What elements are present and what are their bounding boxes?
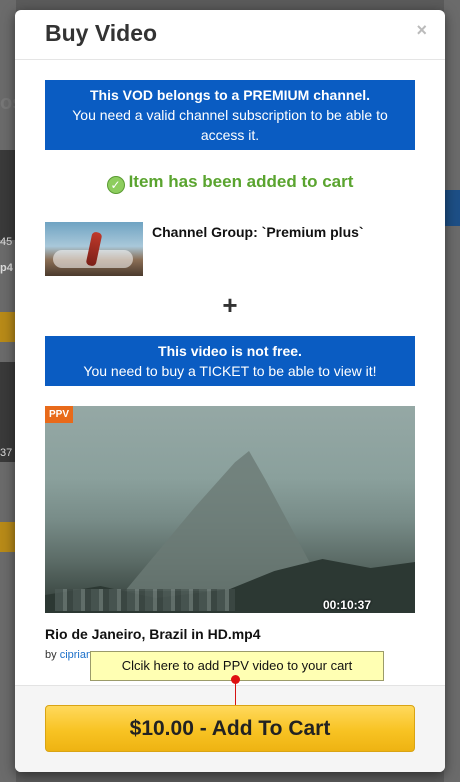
background-button-1 — [0, 312, 16, 342]
channel-group-label: Channel Group: `Premium plus` — [152, 224, 364, 240]
video-thumbnail[interactable] — [45, 406, 415, 613]
modal-title: Buy Video — [45, 20, 158, 46]
close-icon[interactable]: × — [416, 20, 427, 41]
ppv-badge: PPV — [45, 406, 74, 423]
add-to-cart-button[interactable]: $10.00 - Add To Cart — [45, 705, 415, 752]
plus-separator: + — [222, 290, 238, 320]
background-thumb-1 — [0, 150, 16, 240]
background-right-block — [444, 190, 460, 226]
premium-notice: This VOD belongs to a PREMIUM channel. Y… — [45, 80, 415, 150]
added-to-cart-text: Item has been added to cart — [128, 172, 354, 191]
background-fragment-3: p4 — [0, 262, 13, 274]
ticket-notice-title: This video is not free. — [158, 343, 302, 359]
ticket-notice-text: You need to buy a TICKET to be able to v… — [83, 363, 377, 379]
video-city — [55, 589, 235, 611]
premium-notice-title: This VOD belongs to a PREMIUM channel. — [89, 87, 371, 103]
video-title[interactable]: Rio de Janeiro, Brazil in HD.mp4 — [45, 626, 261, 642]
channel-group-row: Channel Group: `Premium plus` — [45, 222, 415, 276]
video-byline: by ciprian — [45, 649, 92, 661]
modal-header: Buy Video × — [15, 10, 445, 60]
background-button-2 — [0, 522, 16, 552]
byline-label: by — [45, 649, 57, 661]
ticket-notice: This video is not free. You need to buy … — [45, 336, 415, 386]
background-right-strip — [444, 0, 460, 782]
author-link[interactable]: ciprian — [60, 649, 92, 661]
background-fragment-4: 37 — [0, 447, 13, 459]
premium-notice-text: You need a valid channel subscription to… — [72, 107, 388, 143]
channel-group-thumbnail[interactable] — [45, 222, 143, 276]
added-to-cart-message: ✓ Item has been added to cart — [15, 172, 445, 194]
buy-video-modal: Buy Video × This VOD belongs to a PREMIU… — [15, 10, 445, 772]
video-duration: 00:10:37 — [322, 598, 371, 612]
background-fragment-2: 45 — [0, 236, 13, 248]
check-circle-icon: ✓ — [106, 176, 125, 194]
